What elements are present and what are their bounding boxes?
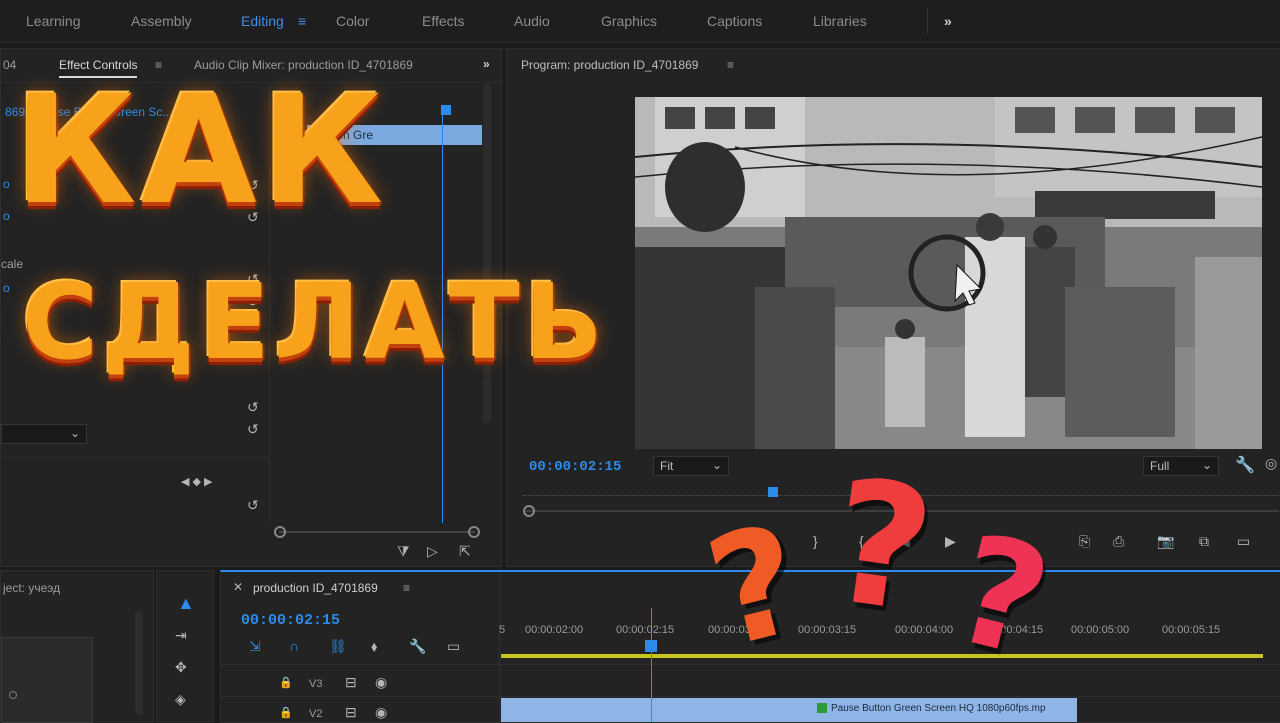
close-icon[interactable]: ✕	[233, 580, 243, 594]
workspace-effects[interactable]: Effects	[422, 13, 465, 29]
street-scene-image	[635, 97, 1262, 449]
project-label: ject: учеэд	[3, 581, 61, 595]
selection-tool-icon[interactable]: ▲	[177, 593, 195, 614]
track-name: V3	[309, 678, 323, 690]
timeline-playhead[interactable]	[645, 640, 657, 652]
time-ruler-tick: 00:00:02:00	[525, 624, 584, 636]
work-area-bar[interactable]	[501, 654, 1263, 658]
tools-panel: ▲ ⇥ ✥ ◈	[156, 570, 214, 722]
wrench-icon[interactable]: 🔧	[1235, 455, 1255, 475]
settings-partial-icon[interactable]: ◎	[1265, 455, 1277, 472]
more-workspaces-icon[interactable]: »	[944, 13, 952, 29]
resolution-value: Full	[1150, 459, 1170, 473]
play-icon[interactable]: ▶	[945, 533, 956, 550]
divider	[221, 696, 1280, 697]
workspace-captions[interactable]: Captions	[707, 13, 762, 29]
reset-icon[interactable]: ↺	[247, 497, 259, 514]
sequence-tab[interactable]: production ID_4701869	[253, 581, 378, 595]
eye-icon[interactable]: ◉	[375, 674, 387, 691]
time-ruler-tick: 00:00:05:00	[1071, 624, 1130, 636]
safe-margins-icon[interactable]: ▭	[1237, 533, 1250, 550]
project-thumbnail[interactable]	[1, 637, 93, 723]
blend-mode-select[interactable]: ⌄	[1, 424, 87, 444]
track-name: V2	[309, 708, 323, 720]
sequence-menu-icon[interactable]: ≡	[403, 581, 410, 595]
thumb-dot	[9, 691, 17, 699]
overlay-title-line1: КАК	[14, 64, 388, 238]
workspace-libraries[interactable]: Libraries	[813, 13, 867, 29]
track-sync-icon[interactable]: ⊟	[345, 704, 357, 721]
resolution-select[interactable]: Full ⌄	[1143, 456, 1219, 476]
zoom-handle[interactable]	[274, 526, 286, 538]
camera-icon[interactable]: 📷	[1157, 533, 1174, 550]
workspace-graphics[interactable]: Graphics	[601, 13, 657, 29]
divider	[499, 572, 500, 722]
snap-icon[interactable]: ∩	[289, 638, 299, 654]
clip-label: Pause Button Green Screen HQ 1080p60fps.…	[831, 703, 1046, 714]
keyframe-nav-icon[interactable]: ◀ ◆ ▶	[181, 475, 213, 488]
track-sync-icon[interactable]: ⊟	[345, 674, 357, 691]
panel-more-icon[interactable]: »	[483, 57, 490, 71]
captions-icon[interactable]: ▭	[447, 638, 460, 655]
timeline-clip[interactable]: Pause Button Green Screen HQ 1080p60fps.…	[501, 698, 1077, 722]
row-label: o	[3, 209, 10, 223]
row-label: o	[3, 177, 10, 191]
workspace-menu-icon[interactable]: ≡	[298, 13, 306, 29]
lift-icon[interactable]: ⎘	[1079, 533, 1090, 550]
program-monitor-title: Program: production ID_4701869	[521, 58, 699, 72]
compare-icon[interactable]: ⧉	[1199, 533, 1209, 550]
divider	[1, 457, 269, 458]
clip-fx-badge	[817, 703, 827, 713]
row-label: o	[3, 281, 10, 295]
linked-selection-icon[interactable]: ⛓	[329, 638, 347, 655]
time-ruler-tick: 00:00:02:15	[616, 624, 675, 636]
timeline-timecode[interactable]: 00:00:02:15	[241, 612, 340, 629]
time-ruler-tick: 00:00:05:15	[1162, 624, 1221, 636]
row-label-scale: cale	[1, 257, 24, 271]
divider	[927, 8, 928, 34]
timeline-settings-icon[interactable]: 🔧	[409, 638, 426, 655]
program-menu-icon[interactable]: ≡	[727, 58, 734, 72]
insert-nest-icon[interactable]: ⇲	[249, 638, 261, 655]
zoom-fit-value: Fit	[660, 459, 674, 473]
mark-in-icon[interactable]: }	[813, 533, 818, 549]
video-frame[interactable]	[635, 97, 1262, 449]
workspace-learning[interactable]: Learning	[26, 13, 81, 29]
track-lock-icon[interactable]: 🔒	[279, 706, 293, 719]
overlay-title-line2: СДЕЛАТЬ	[22, 261, 608, 383]
workspace-bar: Learning Assembly Editing ≡ Color Effect…	[0, 0, 1280, 43]
zoom-slider[interactable]	[279, 531, 475, 533]
zoom-fit-select[interactable]: Fit ⌄	[653, 456, 729, 476]
ripple-edit-icon[interactable]: ✥	[175, 659, 187, 676]
play-only-icon[interactable]: ▷	[427, 543, 438, 560]
add-marker-icon[interactable]: ⬧	[371, 638, 377, 655]
program-timecode[interactable]: 00:00:02:15	[529, 459, 621, 475]
time-ruler-tick: 5	[499, 624, 506, 636]
reset-icon[interactable]: ↺	[247, 421, 259, 438]
workspace-editing[interactable]: Editing	[241, 13, 284, 29]
extract-icon[interactable]: ⎙	[1113, 533, 1124, 550]
scrollbar[interactable]	[135, 611, 143, 715]
reset-icon[interactable]: ↺	[247, 399, 259, 416]
scroll-handle[interactable]	[523, 505, 535, 517]
track-lock-icon[interactable]: 🔒	[279, 676, 293, 689]
workspace-assembly[interactable]: Assembly	[131, 13, 192, 29]
eye-icon[interactable]: ◉	[375, 704, 387, 721]
workspace-color[interactable]: Color	[336, 13, 369, 29]
zoom-handle[interactable]	[468, 526, 480, 538]
project-panel: ject: учеэд	[0, 570, 154, 723]
razor-tool-icon[interactable]: ◈	[175, 691, 186, 708]
filter-icon[interactable]: ⧩	[397, 543, 410, 560]
workspace-audio[interactable]: Audio	[514, 13, 550, 29]
export-icon[interactable]: ⇱	[459, 543, 471, 560]
track-select-icon[interactable]: ⇥	[175, 627, 187, 644]
